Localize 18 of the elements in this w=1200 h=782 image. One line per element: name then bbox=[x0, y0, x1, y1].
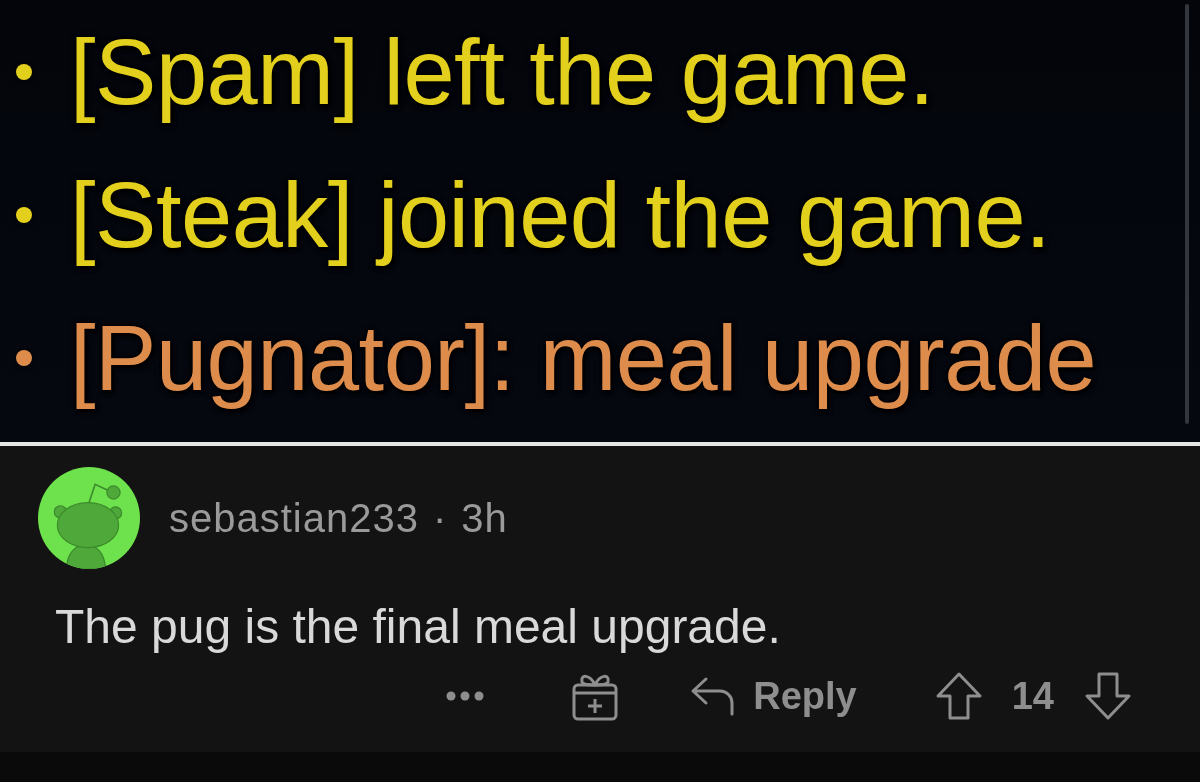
downvote-arrow-icon[interactable] bbox=[1085, 672, 1131, 720]
upvote-arrow-icon[interactable] bbox=[935, 672, 982, 720]
chat-message: [Spam] left the game. bbox=[70, 21, 934, 122]
comment-text: The pug is the final meal upgrade. bbox=[55, 599, 782, 655]
meta-separator: · bbox=[432, 495, 448, 541]
vote-score: 14 bbox=[1011, 674, 1054, 718]
chat-message: [Pugnator]: meal upgrade bbox=[70, 307, 1097, 408]
bullet-icon bbox=[16, 349, 32, 366]
scrollbar[interactable] bbox=[1185, 4, 1189, 424]
reply-button[interactable]: Reply bbox=[690, 674, 857, 718]
more-options-icon[interactable] bbox=[446, 691, 485, 701]
comment-age: 3h bbox=[461, 495, 508, 541]
reply-arrow-icon bbox=[690, 676, 737, 716]
mascot-avatar-icon bbox=[38, 467, 140, 569]
bullet-icon bbox=[16, 206, 32, 223]
bullet-icon bbox=[16, 63, 32, 80]
author-name[interactable]: sebastian233 bbox=[169, 495, 419, 541]
chat-message: [Steak] joined the game. bbox=[70, 164, 1051, 265]
